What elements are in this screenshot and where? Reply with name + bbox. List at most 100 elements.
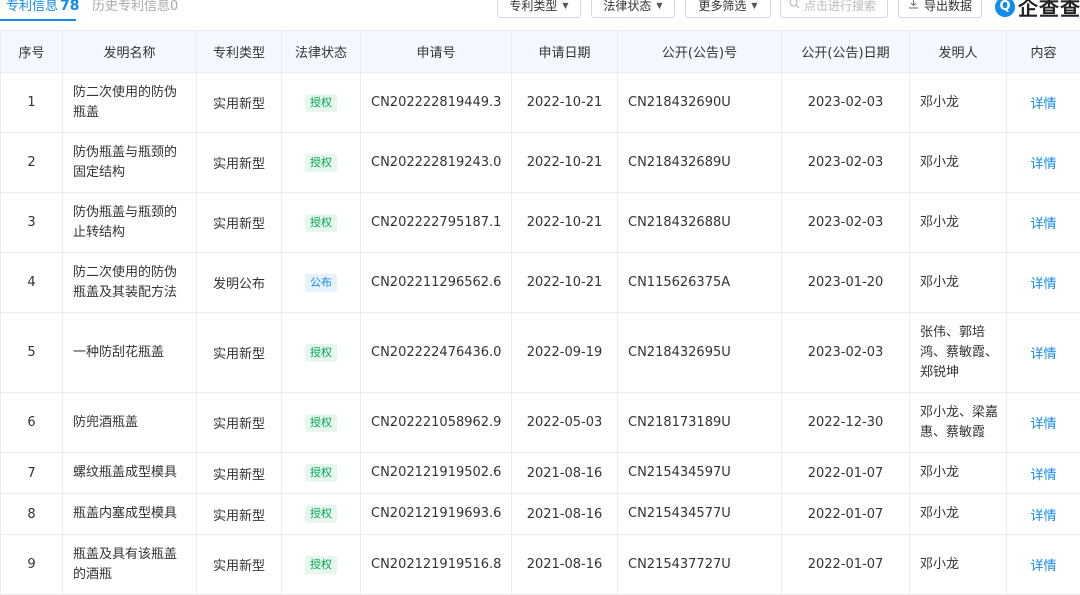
- table-row: 5 一种防刮花瓶盖 实用新型 授权 CN202222476436.0 2022-…: [1, 313, 1080, 393]
- table-row: 4 防二次使用的防伪瓶盖及其装配方法 发明公布 公布 CN20221129656…: [1, 253, 1080, 313]
- header-pub-date: 公开(公告)日期: [782, 31, 910, 73]
- cell-status: 公布: [282, 253, 361, 313]
- cell-no: 4: [1, 253, 63, 313]
- search-input[interactable]: 点击进行搜索: [780, 0, 888, 18]
- header-app-date: 申请日期: [512, 31, 618, 73]
- detail-link[interactable]: 详情: [1030, 347, 1056, 362]
- cell-pub-no: CN218432695U: [618, 313, 782, 393]
- status-badge: 授权: [305, 214, 337, 232]
- detail-link[interactable]: 详情: [1030, 468, 1056, 483]
- cell-pub-no: CN215434577U: [618, 494, 782, 535]
- cell-pub-date: 2023-01-20: [782, 253, 910, 313]
- cell-type: 实用新型: [197, 133, 282, 193]
- cell-name: 瓶盖及具有该瓶盖的酒瓶: [63, 535, 197, 595]
- cell-no: 8: [1, 494, 63, 535]
- cell-pub-no: CN215434597U: [618, 453, 782, 494]
- cell-pub-date: 2023-02-03: [782, 133, 910, 193]
- cell-no: 9: [1, 535, 63, 595]
- legal-status-dropdown[interactable]: 法律状态▼: [591, 0, 675, 18]
- patent-type-label: 专利类型: [509, 0, 557, 14]
- cell-status: 授权: [282, 494, 361, 535]
- cell-content: 详情: [1007, 453, 1080, 494]
- cell-status: 授权: [282, 393, 361, 453]
- status-badge: 授权: [305, 505, 337, 523]
- status-badge: 授权: [305, 414, 337, 432]
- table-row: 6 防兜酒瓶盖 实用新型 授权 CN202221058962.9 2022-05…: [1, 393, 1080, 453]
- cell-app-date: 2022-10-21: [512, 193, 618, 253]
- cell-pub-date: 2023-02-03: [782, 73, 910, 133]
- cell-pub-date: 2022-12-30: [782, 393, 910, 453]
- cell-status: 授权: [282, 535, 361, 595]
- cell-content: 详情: [1007, 535, 1080, 595]
- cell-pub-date: 2022-01-07: [782, 535, 910, 595]
- cell-app-no: CN202222476436.0: [361, 313, 512, 393]
- patent-type-dropdown[interactable]: 专利类型▼: [497, 0, 581, 18]
- cell-name: 防伪瓶盖与瓶颈的止转结构: [63, 193, 197, 253]
- cell-inventor: 邓小龙: [910, 133, 1007, 193]
- cell-status: 授权: [282, 73, 361, 133]
- cell-app-date: 2021-08-16: [512, 535, 618, 595]
- cell-no: 1: [1, 73, 63, 133]
- detail-link[interactable]: 详情: [1030, 157, 1056, 172]
- cell-type: 实用新型: [197, 73, 282, 133]
- cell-type: 实用新型: [197, 313, 282, 393]
- cell-app-date: 2022-09-19: [512, 313, 618, 393]
- export-data-button[interactable]: 导出数据: [898, 0, 982, 18]
- detail-link[interactable]: 详情: [1030, 417, 1056, 432]
- cell-name: 防二次使用的防伪瓶盖: [63, 73, 197, 133]
- cell-app-no: CN202222819243.0: [361, 133, 512, 193]
- cell-pub-no: CN218432690U: [618, 73, 782, 133]
- cell-app-no: CN202121919502.6: [361, 453, 512, 494]
- caret-down-icon: ▼: [656, 1, 662, 10]
- search-icon: [789, 0, 800, 12]
- tab-patent-info-count: 78: [60, 0, 79, 14]
- table-row: 2 防伪瓶盖与瓶颈的固定结构 实用新型 授权 CN202222819243.0 …: [1, 133, 1080, 193]
- tab-history-count: 0: [170, 0, 178, 14]
- cell-pub-no: CN115626375A: [618, 253, 782, 313]
- search-placeholder: 点击进行搜索: [804, 0, 876, 14]
- header-name: 发明名称: [63, 31, 197, 73]
- cell-content: 详情: [1007, 494, 1080, 535]
- cell-type: 发明公布: [197, 253, 282, 313]
- header-pub-no: 公开(公告)号: [618, 31, 782, 73]
- export-label: 导出数据: [924, 0, 972, 14]
- tab-patent-info-label: 专利信息: [6, 0, 58, 14]
- cell-pub-date: 2023-02-03: [782, 313, 910, 393]
- cell-pub-date: 2022-01-07: [782, 453, 910, 494]
- detail-link[interactable]: 详情: [1030, 277, 1056, 292]
- cell-app-no: CN202221058962.9: [361, 393, 512, 453]
- table-header-row: 序号 发明名称 专利类型 法律状态 申请号 申请日期 公开(公告)号 公开(公告…: [1, 31, 1080, 73]
- detail-link[interactable]: 详情: [1030, 97, 1056, 112]
- brand-name: 企查查: [1018, 0, 1080, 21]
- cell-inventor: 邓小龙: [910, 453, 1007, 494]
- table-row: 9 瓶盖及具有该瓶盖的酒瓶 实用新型 授权 CN202121919516.8 2…: [1, 535, 1080, 595]
- header-app-no: 申请号: [361, 31, 512, 73]
- cell-app-date: 2022-10-21: [512, 73, 618, 133]
- cell-app-no: CN202121919516.8: [361, 535, 512, 595]
- cell-app-date: 2022-10-21: [512, 253, 618, 313]
- cell-app-no: CN202211296562.6: [361, 253, 512, 313]
- cell-content: 详情: [1007, 313, 1080, 393]
- patent-table: 序号 发明名称 专利类型 法律状态 申请号 申请日期 公开(公告)号 公开(公告…: [0, 30, 1080, 595]
- tab-patent-info[interactable]: 专利信息78: [6, 0, 80, 14]
- table-row: 7 螺纹瓶盖成型模具 实用新型 授权 CN202121919502.6 2021…: [1, 453, 1080, 494]
- cell-content: 详情: [1007, 253, 1080, 313]
- active-tab-indicator: [0, 19, 76, 21]
- brand-logo: Q 企查查: [995, 0, 1080, 21]
- cell-content: 详情: [1007, 133, 1080, 193]
- header-no: 序号: [1, 31, 63, 73]
- tab-history-patent-info[interactable]: 历史专利信息0: [92, 0, 178, 14]
- cell-no: 3: [1, 193, 63, 253]
- brand-logo-icon: Q: [995, 0, 1015, 17]
- cell-status: 授权: [282, 313, 361, 393]
- cell-type: 实用新型: [197, 193, 282, 253]
- cell-app-no: CN202222795187.1: [361, 193, 512, 253]
- more-filters-dropdown[interactable]: 更多筛选▼: [685, 0, 771, 18]
- detail-link[interactable]: 详情: [1030, 559, 1056, 574]
- cell-pub-no: CN218432688U: [618, 193, 782, 253]
- detail-link[interactable]: 详情: [1030, 509, 1056, 524]
- cell-name: 防二次使用的防伪瓶盖及其装配方法: [63, 253, 197, 313]
- cell-content: 详情: [1007, 73, 1080, 133]
- detail-link[interactable]: 详情: [1030, 217, 1056, 232]
- cell-inventor: 邓小龙: [910, 253, 1007, 313]
